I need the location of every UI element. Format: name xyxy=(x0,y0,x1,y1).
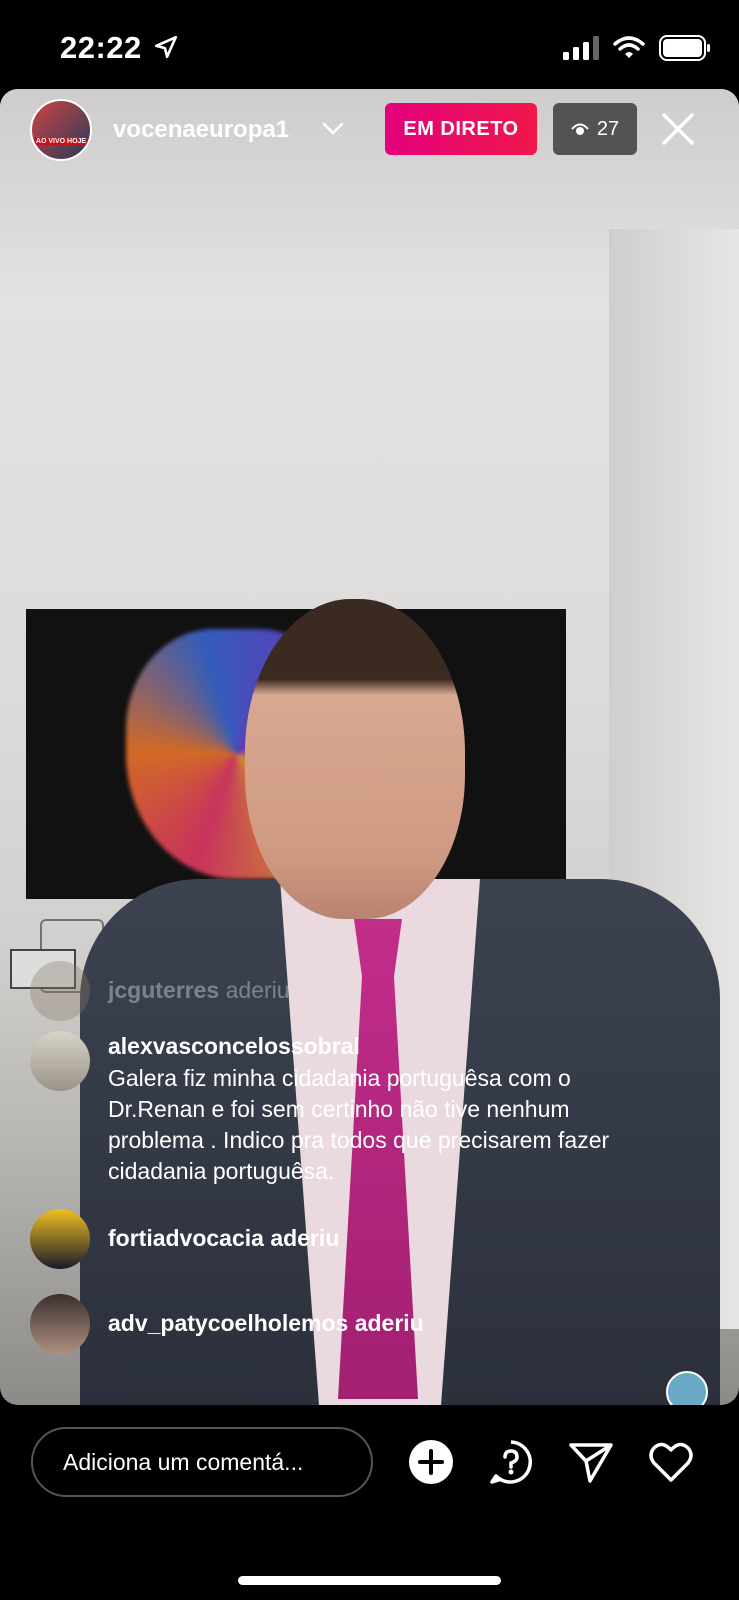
add-icon[interactable] xyxy=(408,1439,454,1485)
wifi-icon xyxy=(613,36,645,58)
commenter-avatar[interactable] xyxy=(30,1031,90,1091)
comment-username: jcguterres xyxy=(108,977,220,1003)
live-video[interactable]: AO VIVO HOJE vocenaeuropa1 EM DIRETO 27 … xyxy=(0,89,739,1405)
avatar-caption: AO VIVO HOJE xyxy=(34,138,88,145)
send-icon[interactable] xyxy=(568,1439,614,1485)
chevron-down-icon[interactable] xyxy=(322,121,344,137)
commenter-avatar[interactable] xyxy=(30,1209,90,1269)
comment-input[interactable]: Adiciona um comentá... xyxy=(31,1427,373,1497)
comment-text: aderiu xyxy=(354,1310,424,1336)
close-icon[interactable] xyxy=(660,111,696,147)
signal-icon xyxy=(563,36,599,60)
battery-icon xyxy=(659,35,710,61)
self-avatar[interactable] xyxy=(666,1371,708,1405)
eye-icon xyxy=(571,123,589,135)
host-username[interactable]: vocenaeuropa1 xyxy=(113,116,289,144)
question-icon[interactable] xyxy=(488,1439,534,1485)
comment-line: jcguterres aderiu xyxy=(108,977,290,1004)
bottom-bar: Adiciona um comentá... xyxy=(0,1405,739,1600)
live-header: AO VIVO HOJE vocenaeuropa1 EM DIRETO 27 xyxy=(0,89,739,179)
host-avatar[interactable]: AO VIVO HOJE xyxy=(30,99,92,161)
status-bar: 22:22 xyxy=(0,0,739,90)
heart-icon[interactable] xyxy=(648,1439,694,1485)
location-arrow-icon xyxy=(154,35,178,59)
commenter-avatar[interactable] xyxy=(30,1294,90,1354)
comment-text: Galera fiz minha cidadania portuguêsa co… xyxy=(108,1065,610,1184)
comment-username: fortiadvocacia xyxy=(108,1225,264,1251)
home-indicator[interactable] xyxy=(238,1576,501,1585)
comment-text: aderiu xyxy=(270,1225,340,1251)
comment-placeholder: Adiciona um comentá... xyxy=(63,1448,304,1475)
status-time: 22:22 xyxy=(60,30,142,65)
commenter-avatar[interactable] xyxy=(30,961,90,1021)
comment-line: adv_patycoelholemos aderiu xyxy=(108,1310,424,1337)
viewer-count-badge[interactable]: 27 xyxy=(553,103,637,155)
viewer-count: 27 xyxy=(596,117,620,140)
comment-line: fortiadvocacia aderiu xyxy=(108,1225,339,1252)
live-badge: EM DIRETO xyxy=(385,103,537,155)
comment-text: aderiu xyxy=(225,977,290,1003)
comment-username: adv_patycoelholemos xyxy=(108,1310,349,1336)
comment-username: alexvasconcelossobral xyxy=(108,1033,360,1059)
